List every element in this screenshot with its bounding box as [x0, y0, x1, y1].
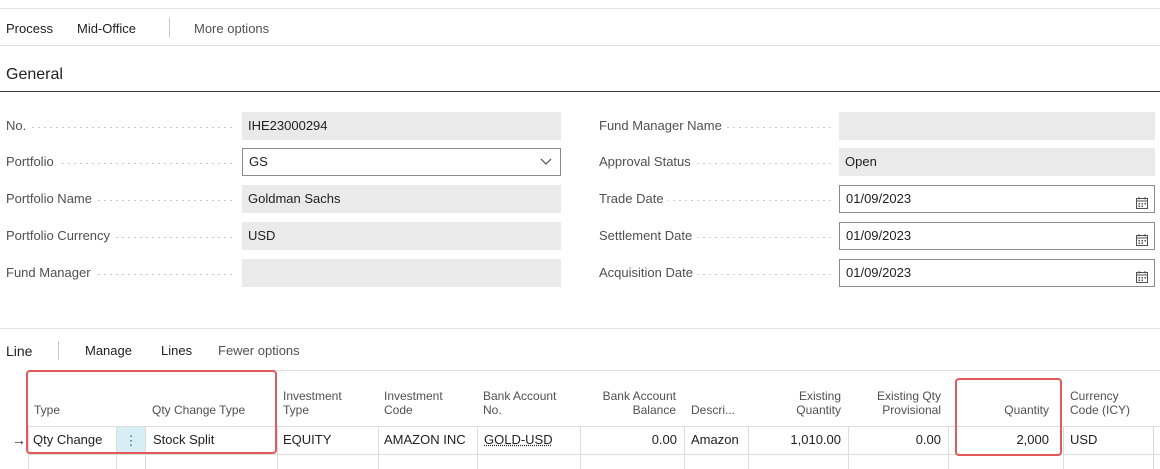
settlement-date-input[interactable]: 01/09/2023 — [839, 222, 1155, 250]
row-investment-type[interactable]: EQUITY — [283, 428, 331, 452]
col-divider — [684, 426, 685, 469]
col-divider — [477, 426, 478, 469]
settlement-date-label: Settlement Date — [599, 226, 837, 246]
more-options-action[interactable]: More options — [194, 21, 269, 36]
mid-office-action[interactable]: Mid-Office — [77, 21, 136, 36]
trade-date-value: 01/09/2023 — [846, 191, 912, 206]
col-bank-account-no-header[interactable]: Bank Account No. — [483, 389, 556, 417]
action-separator — [169, 18, 170, 37]
col-bank-account-balance-header[interactable]: Bank Account Balance — [580, 389, 676, 417]
no-label: No. — [6, 116, 240, 136]
approval-status-label: Approval Status — [599, 152, 837, 172]
col-existing-qty-provisional-header[interactable]: Existing Qty Provisional — [860, 389, 941, 417]
portfolio-currency-label: Portfolio Currency — [6, 226, 240, 246]
row-currency-code[interactable]: USD — [1070, 428, 1097, 452]
portfolio-name-label: Portfolio Name — [6, 189, 240, 209]
trade-date-input[interactable]: 01/09/2023 — [839, 185, 1155, 213]
calendar-icon[interactable] — [1136, 229, 1148, 246]
acquisition-date-label: Acquisition Date — [599, 263, 837, 283]
manage-action[interactable]: Manage — [85, 343, 132, 358]
general-section-rule — [0, 91, 1160, 92]
col-divider — [948, 426, 949, 469]
col-currency-code-header[interactable]: Currency Code (ICY) — [1070, 389, 1130, 417]
portfolio-value: GS — [249, 154, 268, 169]
fund-manager-name-label: Fund Manager Name — [599, 116, 837, 136]
arrow-right-icon: → — [12, 432, 26, 448]
portfolio-select[interactable]: GS — [242, 148, 561, 176]
general-section-title[interactable]: General — [6, 66, 63, 84]
highlight-quantity-column — [955, 378, 1062, 456]
row-investment-code[interactable]: AMAZON INC — [384, 428, 466, 452]
col-divider — [1153, 426, 1154, 469]
portfolio-name-field: Goldman Sachs — [242, 185, 561, 213]
chevron-down-icon[interactable] — [540, 149, 552, 175]
process-action[interactable]: Process — [6, 21, 53, 36]
line-separator — [58, 341, 59, 360]
col-divider — [848, 426, 849, 469]
col-divider — [748, 426, 749, 469]
col-description-header[interactable]: Descri... — [691, 403, 735, 417]
calendar-icon[interactable] — [1136, 266, 1148, 283]
fund-manager-label: Fund Manager — [6, 263, 240, 283]
row-description[interactable]: Amazon — [691, 428, 739, 452]
settlement-date-value: 01/09/2023 — [846, 228, 912, 243]
col-existing-quantity-header[interactable]: Existing Quantity — [760, 389, 841, 417]
approval-status-field: Open — [839, 148, 1155, 176]
col-divider — [277, 426, 278, 469]
line-section-title[interactable]: Line — [6, 343, 32, 359]
row-bank-account-balance: 0.00 — [651, 432, 677, 447]
line-section-rule — [0, 328, 1160, 329]
col-investment-code-header[interactable]: Investment Code — [384, 389, 443, 417]
fund-manager-field[interactable] — [242, 259, 561, 287]
acquisition-date-value: 01/09/2023 — [846, 265, 912, 280]
action-bar: Process Mid-Office More options — [0, 9, 1160, 46]
row-existing-qty-provisional: 0.00 — [915, 432, 941, 447]
fewer-options-action[interactable]: Fewer options — [218, 343, 300, 358]
portfolio-label: Portfolio — [6, 152, 240, 172]
col-divider — [378, 426, 379, 469]
portfolio-currency-field: USD — [242, 222, 561, 250]
col-divider — [1063, 426, 1064, 469]
col-investment-type-header[interactable]: Investment Type — [283, 389, 342, 417]
calendar-icon[interactable] — [1136, 192, 1148, 209]
row-existing-quantity: 1,010.00 — [790, 432, 841, 447]
fund-manager-name-field — [839, 112, 1155, 140]
highlight-type-columns — [26, 370, 277, 454]
trade-date-label: Trade Date — [599, 189, 837, 209]
no-field: IHE23000294 — [242, 112, 561, 140]
lines-action[interactable]: Lines — [161, 343, 192, 358]
acquisition-date-input[interactable]: 01/09/2023 — [839, 259, 1155, 287]
row-bank-account-no[interactable]: GOLD-USD — [484, 428, 553, 452]
